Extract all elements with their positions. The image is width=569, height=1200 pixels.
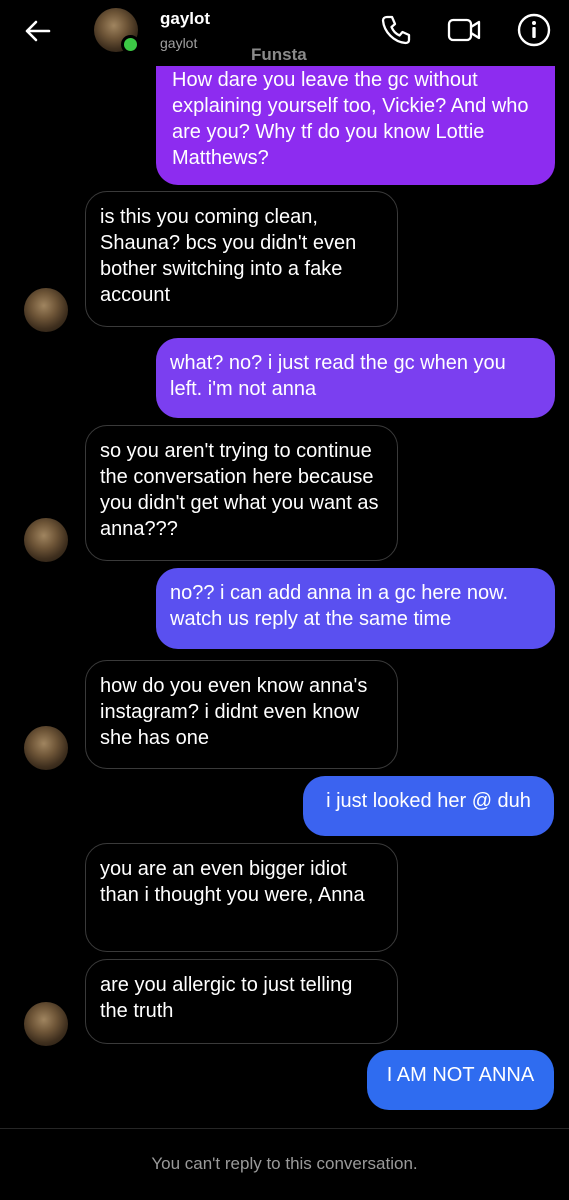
message-bubble-outgoing[interactable]: what? no? i just read the gc when you le… xyxy=(156,338,555,418)
reply-disabled-notice: You can't reply to this conversation. xyxy=(151,1154,418,1173)
message-bubble-outgoing[interactable]: How dare you leave the gc without explai… xyxy=(156,66,555,185)
info-icon[interactable] xyxy=(516,12,552,48)
sender-avatar xyxy=(24,1002,68,1046)
message-bubble-outgoing[interactable]: no?? i can add anna in a gc here now. wa… xyxy=(156,568,555,649)
message-bubble-outgoing[interactable]: i just looked her @ duh xyxy=(303,776,554,836)
message-bubble-incoming[interactable]: you are an even bigger idiot than i thou… xyxy=(85,843,398,952)
sender-avatar xyxy=(24,726,68,770)
video-icon[interactable] xyxy=(446,12,482,48)
sender-avatar xyxy=(24,288,68,332)
online-status-icon xyxy=(121,35,140,54)
message-bubble-outgoing[interactable]: I AM NOT ANNA xyxy=(367,1050,554,1110)
funsta-label: Funsta xyxy=(251,45,307,64)
back-arrow-icon[interactable] xyxy=(22,16,52,46)
message-bubble-incoming[interactable]: is this you coming clean, Shauna? bcs yo… xyxy=(85,191,398,327)
avatar[interactable] xyxy=(94,8,140,54)
phone-icon[interactable] xyxy=(378,12,414,48)
sender-avatar xyxy=(24,518,68,562)
message-bubble-incoming[interactable]: are you allergic to just telling the tru… xyxy=(85,959,398,1044)
contact-name[interactable]: gaylot xyxy=(160,9,210,29)
message-bubble-incoming[interactable]: how do you even know anna's instagram? i… xyxy=(85,660,398,769)
message-bubble-incoming[interactable]: so you aren't trying to continue the con… xyxy=(85,425,398,561)
divider xyxy=(0,1128,569,1129)
contact-username: gaylot xyxy=(160,35,198,51)
